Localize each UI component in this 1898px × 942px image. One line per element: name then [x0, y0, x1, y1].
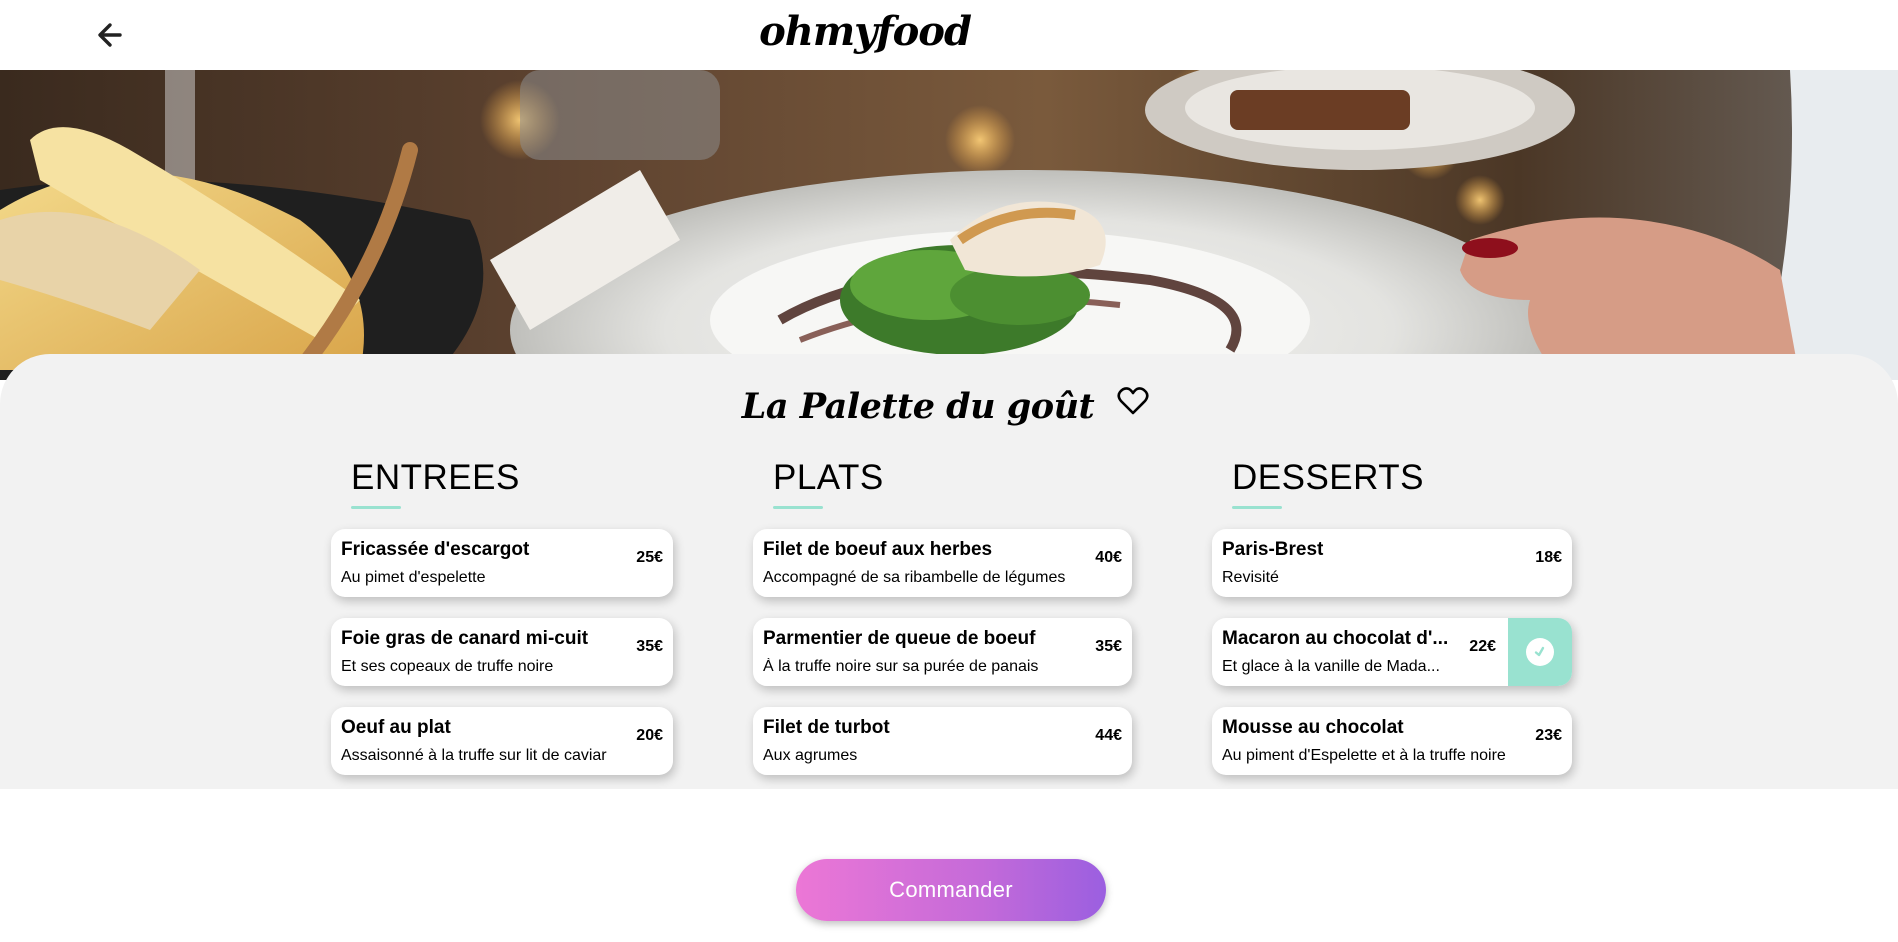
item-description: Et glace à la vanille de Mada... [1222, 658, 1440, 675]
item-name: Oeuf au plat [341, 717, 451, 738]
menu-item[interactable]: Foie gras de canard mi-cuit Et ses copea… [331, 618, 673, 686]
check-icon [1526, 638, 1554, 666]
item-name: Filet de turbot [763, 717, 890, 738]
item-name: Fricassée d'escargot [341, 539, 530, 560]
menu-item[interactable]: Parmentier de queue de boeuf À la truffe… [753, 618, 1132, 686]
item-name: Mousse au chocolat [1222, 717, 1404, 738]
item-description: Et ses copeaux de truffe noire [341, 658, 554, 675]
section-title: PLATS [773, 458, 884, 497]
menu-item[interactable]: Paris-Brest Revisité 18€ [1212, 529, 1572, 597]
menu-item[interactable]: Filet de boeuf aux herbes Accompagné de … [753, 529, 1132, 597]
hero-image [0, 70, 1898, 380]
section-underline [1232, 506, 1282, 509]
restaurant-name: La Palette du goût [741, 386, 1095, 427]
item-description: À la truffe noire sur sa purée de panais [763, 658, 1039, 675]
item-description: Aux agrumes [763, 747, 858, 764]
selected-indicator [1508, 618, 1572, 686]
order-button[interactable]: Commander [796, 859, 1106, 921]
item-description: Revisité [1222, 569, 1279, 586]
item-price: 22€ [1469, 638, 1496, 655]
item-price: 18€ [1535, 549, 1562, 566]
item-name: Macaron au chocolat d'... [1222, 628, 1449, 649]
item-name: Paris-Brest [1222, 539, 1324, 560]
item-description: Au pimet d'espelette [341, 569, 486, 586]
item-name: Parmentier de queue de boeuf [763, 628, 1036, 649]
item-price: 44€ [1095, 727, 1122, 744]
item-description: Assaisonné à la truffe sur lit de caviar [341, 747, 607, 764]
item-name: Filet de boeuf aux herbes [763, 539, 993, 560]
menu-item[interactable]: Mousse au chocolat Au piment d'Espelette… [1212, 707, 1572, 775]
item-description: Au piment d'Espelette et à la truffe noi… [1222, 747, 1506, 764]
section-underline [351, 506, 401, 509]
item-price: 40€ [1095, 549, 1122, 566]
menu-item[interactable]: Fricassée d'escargot Au pimet d'espelett… [331, 529, 673, 597]
section-title: DESSERTS [1232, 458, 1425, 497]
menu-item[interactable]: Filet de turbot Aux agrumes 44€ [753, 707, 1132, 775]
section-underline [773, 506, 823, 509]
item-price: 23€ [1535, 727, 1562, 744]
menu-item-selected[interactable]: Macaron au chocolat d'... Et glace à la … [1212, 618, 1572, 686]
section-title: ENTREES [351, 458, 520, 497]
heart-outline-icon[interactable] [1117, 386, 1149, 416]
item-description: Accompagné de sa ribambelle de légumes [763, 569, 1066, 586]
item-price: 35€ [1095, 638, 1122, 655]
top-header: ohmyfood [0, 0, 1898, 70]
item-price: 20€ [636, 727, 663, 744]
item-price: 35€ [636, 638, 663, 655]
item-name: Foie gras de canard mi-cuit [341, 628, 589, 649]
app-logo[interactable]: ohmyfood [0, 8, 1730, 55]
item-price: 25€ [636, 549, 663, 566]
menu-item[interactable]: Oeuf au plat Assaisonné à la truffe sur … [331, 707, 673, 775]
